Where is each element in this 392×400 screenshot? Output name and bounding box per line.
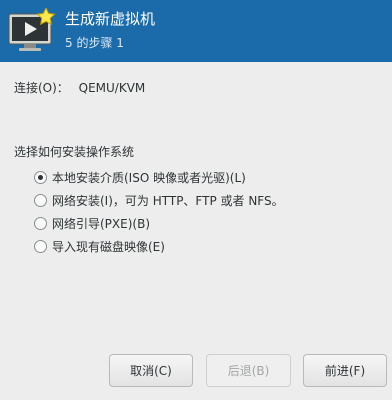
connection-row: 连接(O)： QEMU/KVM [14, 79, 145, 96]
install-option-import-disk[interactable]: 导入现有磁盘映像(E) [34, 235, 284, 258]
install-option-label: 网络引导(PXE)(B) [52, 217, 150, 231]
install-method-label: 选择如何安装操作系统 [14, 145, 135, 159]
wizard-step-indicator: 5 的步骤 1 [65, 36, 124, 50]
radio-import-disk[interactable] [34, 240, 47, 253]
connection-value: QEMU/KVM [78, 81, 146, 95]
cancel-button[interactable]: 取消(C) [109, 354, 193, 387]
forward-button[interactable]: 前进(F) [303, 354, 387, 387]
radio-network-boot[interactable] [34, 217, 47, 230]
install-option-network-install[interactable]: 网络安装(I)，可为 HTTP、FTP 或者 NFS。 [34, 189, 284, 212]
wizard-header: 生成新虚拟机 5 的步骤 1 [0, 0, 392, 62]
connection-label: 连接(O)： [14, 81, 69, 95]
install-method-options: 本地安装介质(ISO 映像或者光驱)(L) 网络安装(I)，可为 HTTP、FT… [34, 166, 284, 258]
wizard-title: 生成新虚拟机 [65, 10, 156, 28]
monitor-with-star-icon [8, 8, 56, 51]
radio-local-media[interactable] [34, 171, 47, 184]
install-option-local-media[interactable]: 本地安装介质(ISO 映像或者光驱)(L) [34, 166, 284, 189]
install-option-network-boot[interactable]: 网络引导(PXE)(B) [34, 212, 284, 235]
install-option-label: 网络安装(I)，可为 HTTP、FTP 或者 NFS。 [52, 194, 284, 208]
install-option-label: 本地安装介质(ISO 映像或者光驱)(L) [52, 171, 246, 185]
back-button[interactable]: 后退(B) [206, 354, 291, 387]
install-option-label: 导入现有磁盘映像(E) [52, 240, 165, 254]
radio-network-install[interactable] [34, 194, 47, 207]
